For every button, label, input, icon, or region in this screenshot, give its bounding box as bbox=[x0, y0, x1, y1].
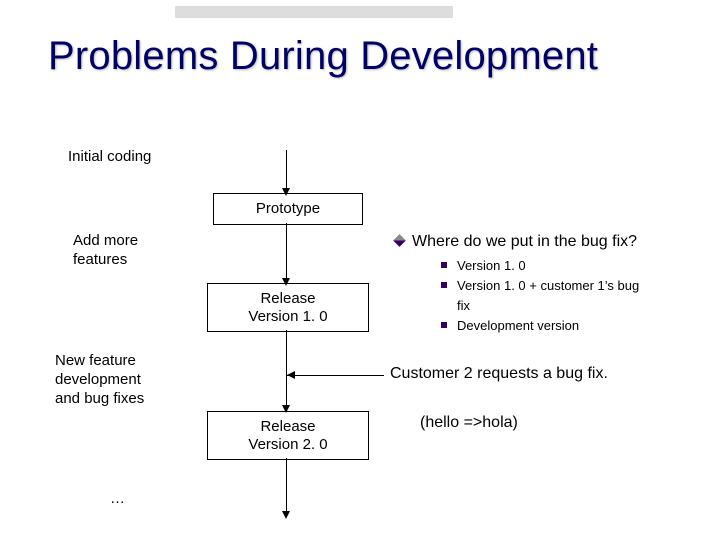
diamond-bullet-icon bbox=[393, 234, 406, 247]
option-text: Version 1. 0 bbox=[457, 258, 526, 273]
label-add-more-features: Add more features bbox=[73, 232, 138, 270]
box-label-line: Version 2. 0 bbox=[248, 436, 327, 453]
label-new-feature-development: New feature development and bug fixes bbox=[55, 352, 185, 408]
question-text: Where do we put in the bug fix? bbox=[412, 233, 637, 250]
label-example-translation: (hello =>hola) bbox=[420, 414, 518, 432]
decorative-top-bar bbox=[175, 6, 453, 18]
slide: Problems During Development Initial codi… bbox=[0, 0, 720, 540]
arrowhead-down-icon bbox=[282, 511, 290, 519]
text-line: development bbox=[55, 371, 141, 388]
square-bullet-icon bbox=[441, 322, 447, 328]
option-item: Version 1. 0 bbox=[441, 256, 691, 276]
arrowhead-down-icon bbox=[282, 188, 290, 196]
box-label-line: Release bbox=[260, 290, 315, 307]
box-release-2: Release Version 2. 0 bbox=[207, 411, 369, 460]
option-text-continued: fix bbox=[441, 296, 470, 316]
slide-title: Problems During Development bbox=[48, 34, 598, 78]
arrowhead-left-icon bbox=[287, 371, 295, 379]
box-prototype: Prototype bbox=[213, 193, 363, 225]
label-initial-coding: Initial coding bbox=[68, 148, 151, 167]
label-ellipsis: … bbox=[110, 490, 125, 509]
text-line: Add more bbox=[73, 232, 138, 249]
box-label: Prototype bbox=[256, 200, 320, 218]
square-bullet-icon bbox=[441, 262, 447, 268]
option-text: Version 1. 0 + customer 1’s bug bbox=[457, 278, 639, 293]
question-bullet: Where do we put in the bug fix? bbox=[395, 233, 637, 251]
square-bullet-icon bbox=[441, 282, 447, 288]
text-line: features bbox=[73, 251, 127, 268]
box-label-line: Version 1. 0 bbox=[248, 308, 327, 325]
label-customer-2-request: Customer 2 requests a bug fix. bbox=[390, 365, 608, 383]
text-line: New feature bbox=[55, 352, 136, 369]
arrow-segment bbox=[286, 223, 287, 283]
option-text: Development version bbox=[457, 318, 579, 333]
arrowhead-down-icon bbox=[282, 405, 290, 413]
arrow-segment bbox=[286, 150, 287, 193]
arrow-segment bbox=[286, 375, 384, 376]
box-release-1: Release Version 1. 0 bbox=[207, 283, 369, 332]
box-label-line: Release bbox=[260, 418, 315, 435]
arrowhead-down-icon bbox=[282, 278, 290, 286]
option-item: Version 1. 0 + customer 1’s bug fix bbox=[441, 276, 691, 316]
text-line: and bug fixes bbox=[55, 390, 144, 407]
option-item: Development version bbox=[441, 316, 691, 336]
arrow-segment bbox=[286, 458, 287, 516]
options-list: Version 1. 0 Version 1. 0 + customer 1’s… bbox=[441, 256, 691, 337]
